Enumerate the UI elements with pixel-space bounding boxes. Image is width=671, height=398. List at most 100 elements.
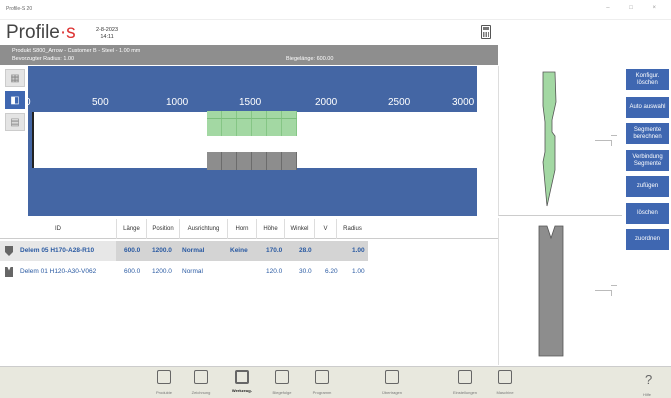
- col-horn[interactable]: Horn: [228, 219, 257, 239]
- nav-label: Maschine: [496, 390, 514, 395]
- cell-hoehe: 120.0: [266, 268, 283, 275]
- product-description: Produkt S800_Arrow - Customer B - Steel …: [12, 48, 141, 54]
- cell-id: Delem 01 H120-A30-V062: [20, 268, 97, 275]
- preferred-radius: Bevorzugter Radius: 1.00: [12, 56, 75, 62]
- date: 2-8-2023: [96, 27, 119, 33]
- ruler-label: 500: [92, 97, 109, 108]
- bend-icon: [275, 370, 289, 384]
- machine-icon: [498, 370, 512, 384]
- tooling-icon: [235, 370, 249, 384]
- cell-id: Delem 05 H170-A28-R10: [20, 247, 95, 254]
- ruler-label: 2000: [315, 97, 338, 108]
- add-button[interactable]: zufügen: [626, 176, 669, 197]
- app-header: Profile·s 2-8-2023 14:11: [0, 20, 671, 46]
- tooling-drawing[interactable]: 0 500 1000 1500 2000 2500 3000: [28, 66, 477, 216]
- sheet-edge: [32, 112, 34, 168]
- tool-view-press-button[interactable]: ◧: [5, 91, 25, 109]
- nav-program[interactable]: Programm: [302, 370, 342, 395]
- press-icon: ◧: [10, 94, 20, 106]
- bottom-navigation: Produkte Zeichnung Werkzeug- Biegefolge …: [0, 366, 671, 398]
- folder-icon: [157, 370, 171, 384]
- window-titlebar: Profile-S 20 – □ ×: [0, 0, 671, 20]
- upper-tool-profile-panel: [498, 66, 622, 216]
- nav-products[interactable]: Produkte: [144, 370, 184, 395]
- nav-label: Übertragen: [381, 390, 402, 395]
- nav-transfer[interactable]: Übertragen: [372, 370, 412, 395]
- nav-label: Programm: [312, 390, 332, 395]
- nav-label: Werkzeug-: [231, 388, 253, 393]
- cell-ausrichtung: Normal: [182, 268, 203, 275]
- col-radius[interactable]: Radius: [337, 219, 368, 239]
- tool-view-side-button[interactable]: ▤: [5, 113, 25, 131]
- cell-radius: 1.00: [352, 268, 365, 275]
- cell-ausrichtung: Normal: [182, 247, 205, 254]
- cell-laenge: 600.0: [124, 268, 141, 275]
- cell-position: 1200.0: [152, 247, 172, 254]
- nav-bend-sequence[interactable]: Biegefolge: [262, 370, 302, 395]
- col-hoehe[interactable]: Höhe: [257, 219, 285, 239]
- col-winkel[interactable]: Winkel: [285, 219, 315, 239]
- window-controls[interactable]: – □ ×: [606, 5, 665, 11]
- nav-tooling[interactable]: Werkzeug-: [222, 370, 262, 393]
- ruler-label: 2500: [388, 97, 411, 108]
- cell-position: 1200.0: [152, 268, 172, 275]
- cell-winkel: 28.0: [299, 247, 312, 254]
- ruler-label: 1500: [239, 97, 262, 108]
- upper-tool-line: [207, 118, 297, 119]
- col-ausrichtung[interactable]: Ausrichtung: [180, 219, 228, 239]
- tool-table-header: ID Länge Position Ausrichtung Horn Höhe …: [0, 219, 498, 239]
- assign-button[interactable]: zuordnen: [626, 229, 669, 250]
- logo-dot: ·s: [59, 22, 76, 43]
- col-position[interactable]: Position: [147, 219, 180, 239]
- nav-drawing[interactable]: Zeichnung: [181, 370, 221, 395]
- help-icon[interactable]: ?: [645, 372, 652, 387]
- ruler-label: 1000: [166, 97, 189, 108]
- calculator-icon[interactable]: [481, 25, 491, 39]
- step-icon: [595, 285, 617, 296]
- calc-segments-button[interactable]: Segmente berechnen: [626, 123, 669, 144]
- nav-label: Einstellungen: [452, 390, 478, 395]
- product-info-bar: Produkt S800_Arrow - Customer B - Steel …: [0, 45, 498, 65]
- ruler-label: 3000: [452, 97, 475, 108]
- connect-segments-button[interactable]: Verbindung Segmente: [626, 150, 669, 171]
- auto-select-button[interactable]: Auto auswahl: [626, 97, 669, 118]
- tool-view-top-button[interactable]: ▦: [5, 69, 25, 87]
- nav-label: Biegefolge: [272, 390, 292, 395]
- table-row[interactable]: Delem 05 H170-A28-R10 600.0 1200.0 Norma…: [0, 241, 498, 261]
- col-id[interactable]: ID: [0, 219, 117, 239]
- clear-config-button[interactable]: Konfigur. löschen: [626, 69, 669, 90]
- nav-label: Zeichnung: [191, 390, 211, 395]
- grid-icon: ▦: [10, 72, 20, 84]
- nav-machine[interactable]: Maschine: [485, 370, 525, 395]
- datetime: 2-8-2023 14:11: [96, 27, 118, 41]
- app-logo: Profile·s: [6, 22, 76, 44]
- cell-laenge: 600.0: [124, 247, 141, 254]
- cell-v: 6.20: [325, 268, 338, 275]
- upper-tool-segment[interactable]: [207, 111, 297, 136]
- die-icon: [5, 267, 13, 277]
- time: 14:11: [100, 34, 114, 40]
- logo-text: Profile: [6, 22, 60, 43]
- cell-winkel: 30.0: [299, 268, 312, 275]
- transfer-icon: [385, 370, 399, 384]
- program-icon: [315, 370, 329, 384]
- bend-length: Biegelänge: 600.00: [286, 56, 334, 62]
- cell-hoehe: 170.0: [266, 247, 283, 254]
- cell-horn: Keine: [230, 247, 248, 254]
- help-label[interactable]: Hilfe: [643, 392, 651, 397]
- ruler-label: 0: [28, 97, 31, 108]
- drawing-icon: [194, 370, 208, 384]
- nav-settings[interactable]: Einstellungen: [445, 370, 485, 395]
- lower-tool-segment[interactable]: [207, 152, 297, 170]
- window-title: Profile-S 20: [6, 6, 33, 12]
- step-icon: [595, 135, 617, 146]
- col-v[interactable]: V: [315, 219, 337, 239]
- nav-label: Produkte: [155, 390, 172, 395]
- cell-radius: 1.00: [352, 247, 365, 254]
- settings-list-icon: [458, 370, 472, 384]
- layers-icon: ▤: [10, 116, 20, 128]
- delete-button[interactable]: löschen: [626, 203, 669, 224]
- lower-tool-profile-panel: [498, 218, 622, 365]
- table-row[interactable]: Delem 01 H120-A30-V062 600.0 1200.0 Norm…: [0, 262, 498, 282]
- col-laenge[interactable]: Länge: [117, 219, 147, 239]
